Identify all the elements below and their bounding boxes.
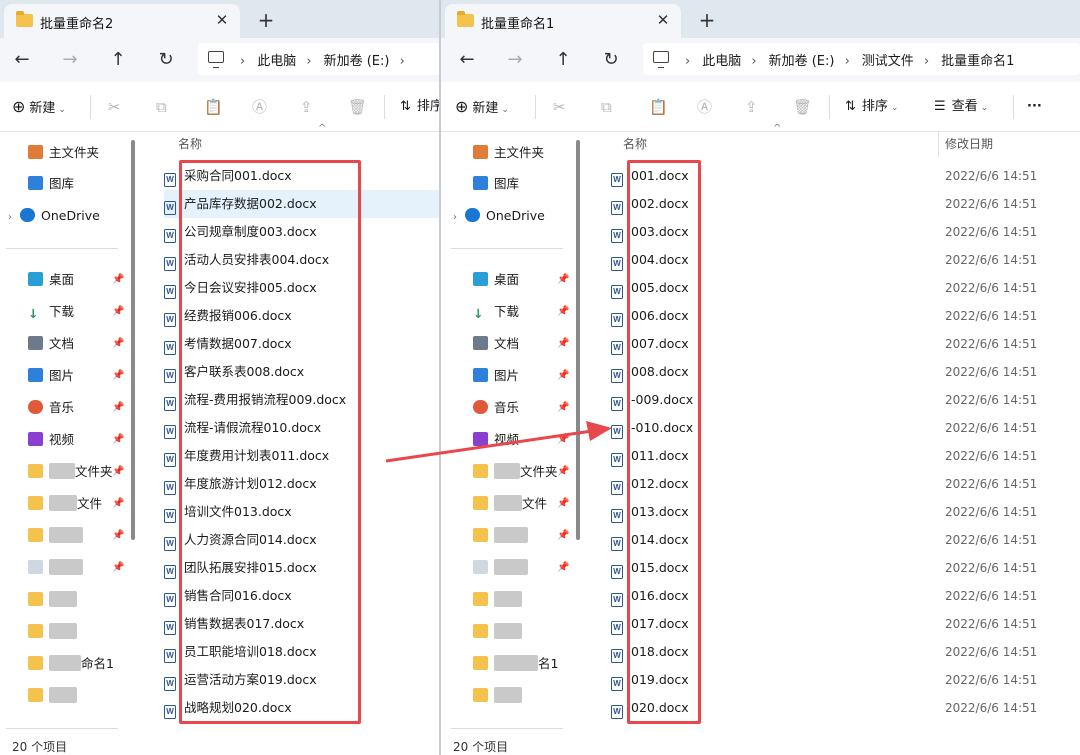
annotation-arrow [385,421,612,463]
arrow-head [586,421,612,441]
arrow-shaft [385,429,593,463]
